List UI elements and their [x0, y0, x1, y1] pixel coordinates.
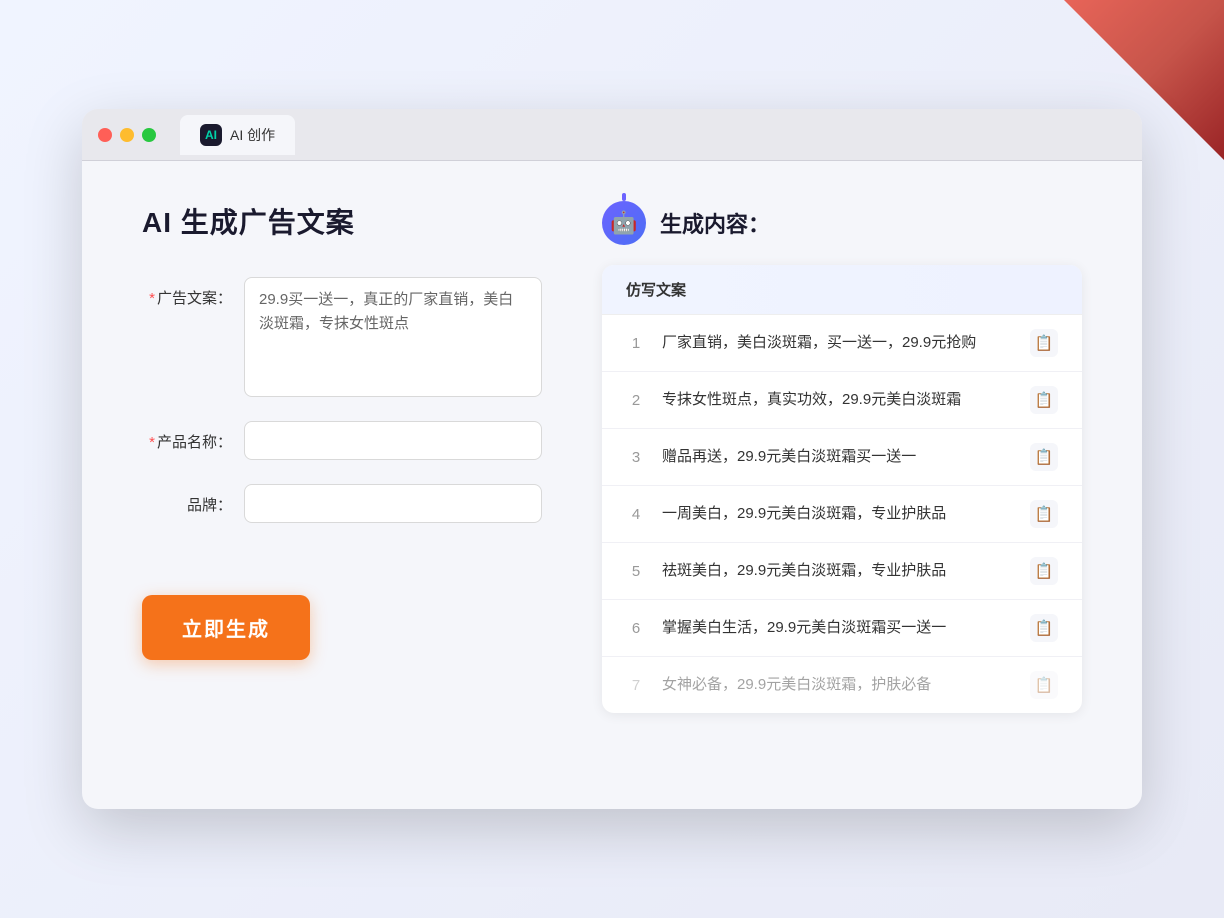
required-star-ad: * [149, 290, 155, 307]
required-star-product: * [149, 434, 155, 451]
result-row: 5 祛斑美白，29.9元美白淡斑霜，专业护肤品 📋 [602, 543, 1082, 600]
brand-group: 品牌： 好白 [142, 484, 542, 523]
row-number: 3 [626, 449, 646, 466]
result-row: 4 一周美白，29.9元美白淡斑霜，专业护肤品 📋 [602, 486, 1082, 543]
product-name-label: *产品名称： [142, 421, 232, 452]
row-text: 一周美白，29.9元美白淡斑霜，专业护肤品 [662, 503, 1014, 526]
row-text: 厂家直销，美白淡斑霜，买一送一，29.9元抢购 [662, 332, 1014, 355]
maximize-button[interactable] [142, 128, 156, 142]
result-rows-container: 1 厂家直销，美白淡斑霜，买一送一，29.9元抢购 📋 2 专抹女性斑点，真实功效，29… [602, 315, 1082, 713]
row-number: 4 [626, 506, 646, 523]
traffic-lights [98, 128, 156, 142]
right-panel: 🤖 生成内容： 仿写文案 1 厂家直销，美白淡斑霜，买一送一，29.9元抢购 📋 2专… [602, 201, 1082, 769]
left-panel: AI 生成广告文案 *广告文案： 29.9买一送一，真正的厂家直销，美白淡斑霜，… [142, 201, 542, 769]
copy-button[interactable]: 📋 [1030, 671, 1058, 699]
row-number: 1 [626, 335, 646, 352]
copy-button[interactable]: 📋 [1030, 557, 1058, 585]
minimize-button[interactable] [120, 128, 134, 142]
row-number: 5 [626, 563, 646, 580]
ad-copy-group: *广告文案： 29.9买一送一，真正的厂家直销，美白淡斑霜，专抹女性斑点 [142, 277, 542, 397]
row-text: 女神必备，29.9元美白淡斑霜，护肤必备 [662, 674, 1014, 697]
row-text: 掌握美白生活，29.9元美白淡斑霜买一送一 [662, 617, 1014, 640]
ad-copy-input[interactable]: 29.9买一送一，真正的厂家直销，美白淡斑霜，专抹女性斑点 [244, 277, 542, 397]
copy-button[interactable]: 📋 [1030, 500, 1058, 528]
brand-label: 品牌： [142, 484, 232, 515]
title-bar: AI AI 创作 [82, 109, 1142, 161]
copy-button[interactable]: 📋 [1030, 614, 1058, 642]
result-header: 🤖 生成内容： [602, 201, 1082, 245]
robot-icon: 🤖 [602, 201, 646, 245]
result-title: 生成内容： [660, 207, 770, 239]
row-text: 专抹女性斑点，真实功效，29.9元美白淡斑霜 [662, 389, 1014, 412]
copy-button[interactable]: 📋 [1030, 329, 1058, 357]
result-row: 7 女神必备，29.9元美白淡斑霜，护肤必备 📋 [602, 657, 1082, 713]
ai-tab[interactable]: AI AI 创作 [180, 115, 295, 155]
row-number: 7 [626, 677, 646, 694]
row-text: 祛斑美白，29.9元美白淡斑霜，专业护肤品 [662, 560, 1014, 583]
tab-title: AI 创作 [230, 125, 275, 145]
robot-antenna [622, 193, 626, 201]
result-table: 仿写文案 1 厂家直销，美白淡斑霜，买一送一，29.9元抢购 📋 2 专抹女性斑点，真实… [602, 265, 1082, 713]
copy-button[interactable]: 📋 [1030, 443, 1058, 471]
result-row: 1 厂家直销，美白淡斑霜，买一送一，29.9元抢购 📋 [602, 315, 1082, 372]
ad-copy-label: *广告文案： [142, 277, 232, 308]
page-title: AI 生成广告文案 [142, 201, 542, 241]
browser-window: AI AI 创作 AI 生成广告文案 *广告文案： 29.9买一送一，真正的厂家… [82, 109, 1142, 809]
result-row: 3 赠品再送，29.9元美白淡斑霜买一送一 📋 [602, 429, 1082, 486]
table-header: 仿写文案 [602, 265, 1082, 315]
result-row: 6 掌握美白生活，29.9元美白淡斑霜买一送一 📋 [602, 600, 1082, 657]
copy-button[interactable]: 📋 [1030, 386, 1058, 414]
brand-input[interactable]: 好白 [244, 484, 542, 523]
product-name-group: *产品名称： 美白淡斑霜 [142, 421, 542, 460]
row-number: 2 [626, 392, 646, 409]
generate-button[interactable]: 立即生成 [142, 595, 310, 660]
close-button[interactable] [98, 128, 112, 142]
main-content: AI 生成广告文案 *广告文案： 29.9买一送一，真正的厂家直销，美白淡斑霜，… [82, 161, 1142, 809]
row-text: 赠品再送，29.9元美白淡斑霜买一送一 [662, 446, 1014, 469]
row-number: 6 [626, 620, 646, 637]
tab-icon: AI [200, 124, 222, 146]
product-name-input[interactable]: 美白淡斑霜 [244, 421, 542, 460]
result-row: 2 专抹女性斑点，真实功效，29.9元美白淡斑霜 📋 [602, 372, 1082, 429]
